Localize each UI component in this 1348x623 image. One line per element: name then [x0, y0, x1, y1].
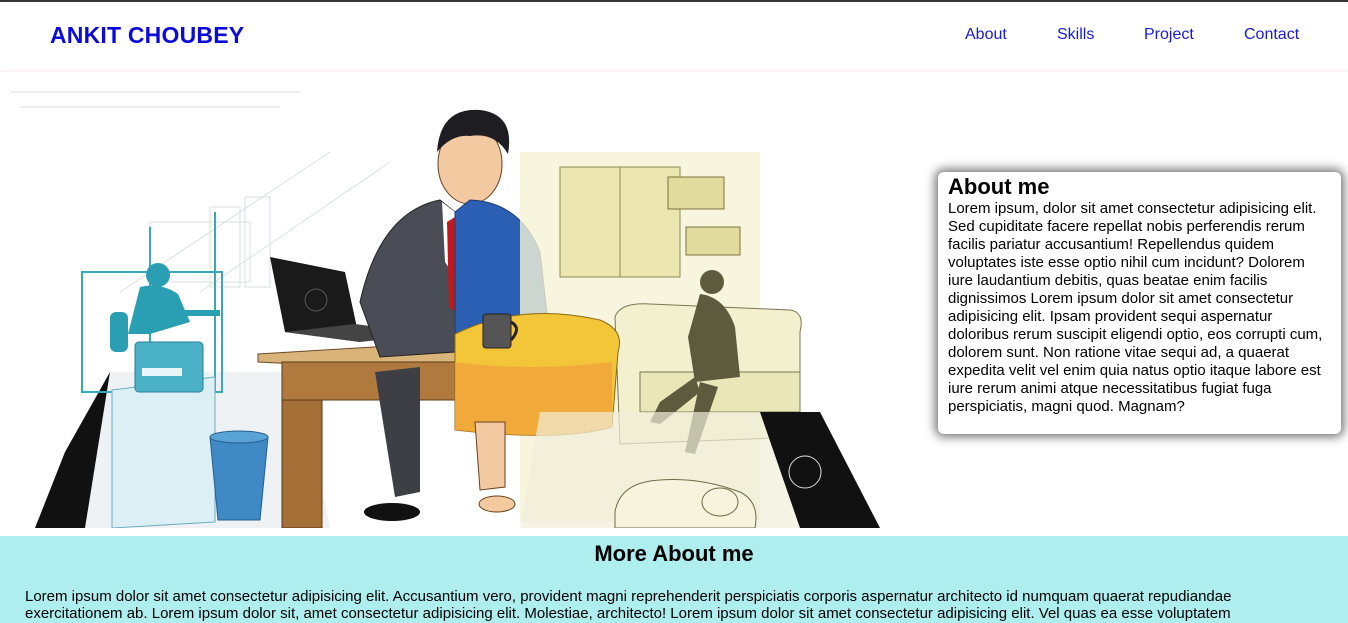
- hero-section: About me Lorem ipsum, dolor sit amet con…: [0, 72, 1348, 530]
- more-about-section: More About me Lorem ipsum dolor sit amet…: [0, 536, 1348, 623]
- more-about-text: Lorem ipsum dolor sit amet consectetur a…: [25, 588, 1232, 622]
- about-title: About me: [948, 174, 1050, 199]
- about-text: Lorem ipsum, dolor sit amet consectetur …: [948, 200, 1323, 415]
- more-about-title: More About me: [594, 541, 754, 566]
- nav-link-contact[interactable]: Contact: [1244, 26, 1299, 44]
- nav-link-project[interactable]: Project: [1144, 26, 1194, 44]
- nav-link-about[interactable]: About: [965, 26, 1007, 44]
- nav-link-skills[interactable]: Skills: [1057, 26, 1094, 44]
- about-card: About me Lorem ipsum, dolor sit amet con…: [938, 172, 1341, 434]
- navbar: ANKIT CHOUBEY About Skills Project Conta…: [0, 2, 1348, 70]
- brand-logo[interactable]: ANKIT CHOUBEY: [50, 22, 244, 49]
- hero-illustration: [10, 91, 880, 528]
